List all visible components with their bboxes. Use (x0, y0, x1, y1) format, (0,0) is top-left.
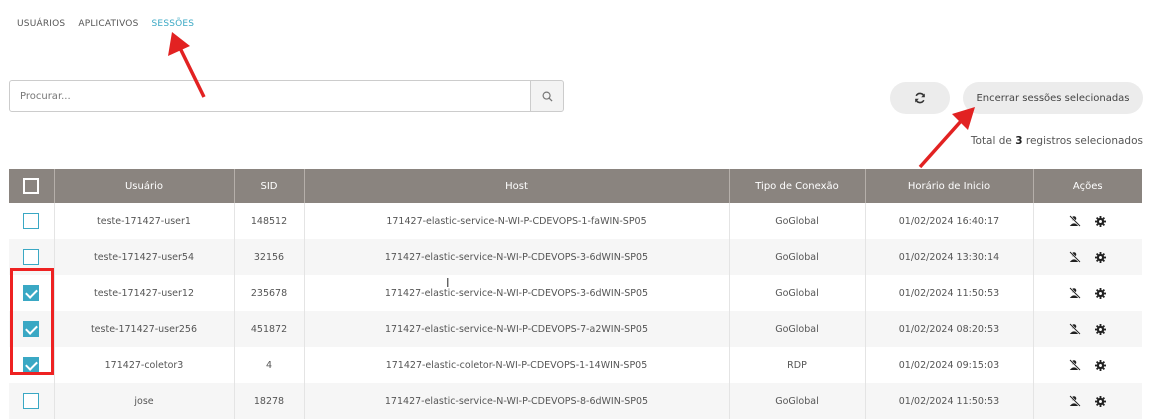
summary-prefix: Total de (970, 135, 1012, 147)
tab-bar: USUÁRIOS APLICATIVOS SESSÕES (17, 19, 207, 29)
table-header-row: Usuário SID Host Tipo de Conexão Horário… (9, 169, 1142, 203)
user-disconnect-icon[interactable] (1069, 323, 1081, 335)
column-header-sid[interactable]: SID (234, 169, 305, 203)
row-checkbox[interactable] (23, 249, 40, 265)
column-header-host[interactable]: Host (304, 169, 730, 203)
cell-user: 171427-coletor3 (54, 347, 235, 383)
cell-type: GoGlobal (729, 203, 866, 239)
cell-sid: 4 (234, 347, 305, 383)
gear-icon[interactable] (1095, 323, 1107, 335)
search-button[interactable] (530, 80, 564, 112)
cell-user: teste-171427-user1 (54, 203, 235, 239)
search-icon (542, 91, 553, 102)
table-row[interactable]: teste-171427-user1 148512 171427-elastic-s… (9, 203, 1142, 239)
table-row[interactable]: teste-171427-user256 451872 171427-elastic… (9, 311, 1142, 347)
row-checkbox[interactable] (23, 393, 40, 409)
cell-host: 171427-elastic-service-N-WI-P-CDEVOPS-3-… (304, 275, 730, 311)
user-disconnect-icon[interactable] (1069, 215, 1081, 227)
text-cursor-icon: I (446, 276, 450, 290)
selection-highlight (10, 268, 54, 375)
table-row[interactable]: jose 18278 171427-elastic-service-N-WI-P-C… (9, 383, 1142, 419)
gear-icon[interactable] (1095, 359, 1107, 371)
gear-icon[interactable] (1095, 251, 1107, 263)
selection-summary: Total de 3 registros selecionados (971, 135, 1143, 147)
table-row[interactable]: teste-171427-user54 32156 171427-elastic-s… (9, 239, 1142, 275)
cell-type: RDP (729, 347, 866, 383)
user-disconnect-icon[interactable] (1069, 359, 1081, 371)
select-all-header (9, 169, 55, 203)
column-header-type[interactable]: Tipo de Conexão (729, 169, 866, 203)
column-header-user[interactable]: Usuário (54, 169, 235, 203)
cell-host: 171427-elastic-service-N-WI-P-CDEVOPS-1-… (304, 203, 730, 239)
summary-count: 3 (1015, 135, 1023, 147)
cell-sid: 18278 (234, 383, 305, 419)
cell-user: teste-171427-user12 (54, 275, 235, 311)
arrow-to-end-button (918, 118, 964, 169)
tab-aplicativos[interactable]: APLICATIVOS (78, 19, 138, 29)
gear-icon[interactable] (1095, 287, 1107, 299)
table-row[interactable]: teste-171427-user12 235678 171427-elastic-… (9, 275, 1142, 311)
select-all-checkbox[interactable] (23, 178, 40, 194)
cell-host: 171427-elastic-coletor-N-WI-P-CDEVOPS-1-… (304, 347, 730, 383)
cell-host: 171427-elastic-service-N-WI-P-CDEVOPS-8-… (304, 383, 730, 419)
user-disconnect-icon[interactable] (1069, 251, 1081, 263)
end-sessions-button[interactable]: Encerrar sessões selecionadas (963, 82, 1143, 114)
cell-actions (1033, 311, 1142, 347)
cell-sid: 32156 (234, 239, 305, 275)
cell-type: GoGlobal (729, 239, 866, 275)
cell-user: jose (54, 383, 235, 419)
refresh-icon (915, 92, 925, 104)
cell-type: GoGlobal (729, 311, 866, 347)
summary-suffix: registros selecionados (1025, 135, 1143, 147)
cell-actions (1033, 275, 1142, 311)
sessions-table: Usuário SID Host Tipo de Conexão Horário… (9, 169, 1142, 419)
cell-start: 01/02/2024 11:50:53 (865, 383, 1034, 419)
cell-host: 171427-elastic-service-N-WI-P-CDEVOPS-3-… (304, 239, 730, 275)
cell-user: teste-171427-user54 (54, 239, 235, 275)
cell-user: teste-171427-user256 (54, 311, 235, 347)
column-header-actions: Ações (1033, 169, 1142, 203)
user-disconnect-icon[interactable] (1069, 395, 1081, 407)
gear-icon[interactable] (1095, 395, 1107, 407)
cell-type: GoGlobal (729, 275, 866, 311)
cell-host: 171427-elastic-service-N-WI-P-CDEVOPS-7-… (304, 311, 730, 347)
row-select-cell (9, 383, 55, 419)
cell-sid: 451872 (234, 311, 305, 347)
cell-actions (1033, 239, 1142, 275)
column-header-start[interactable]: Horário de Inicio (865, 169, 1034, 203)
cell-actions (1033, 383, 1142, 419)
cell-actions (1033, 203, 1142, 239)
cell-start: 01/02/2024 13:30:14 (865, 239, 1034, 275)
cell-start: 01/02/2024 09:15:03 (865, 347, 1034, 383)
cell-type: GoGlobal (729, 383, 866, 419)
row-checkbox[interactable] (23, 213, 40, 229)
tab-sessoes[interactable]: SESSÕES (152, 19, 195, 29)
cell-start: 01/02/2024 16:40:17 (865, 203, 1034, 239)
refresh-button[interactable] (890, 82, 950, 114)
gear-icon[interactable] (1095, 215, 1107, 227)
row-select-cell (9, 203, 55, 239)
tab-usuarios[interactable]: USUÁRIOS (17, 19, 65, 29)
search-input[interactable] (9, 80, 531, 112)
table-row[interactable]: 171427-coletor3 4 171427-elastic-coletor-N… (9, 347, 1142, 383)
cell-start: 01/02/2024 11:50:53 (865, 275, 1034, 311)
arrow-head-sessions-tab (168, 32, 190, 56)
cell-start: 01/02/2024 08:20:53 (865, 311, 1034, 347)
cell-sid: 148512 (234, 203, 305, 239)
user-disconnect-icon[interactable] (1069, 287, 1081, 299)
cell-actions (1033, 347, 1142, 383)
cell-sid: 235678 (234, 275, 305, 311)
